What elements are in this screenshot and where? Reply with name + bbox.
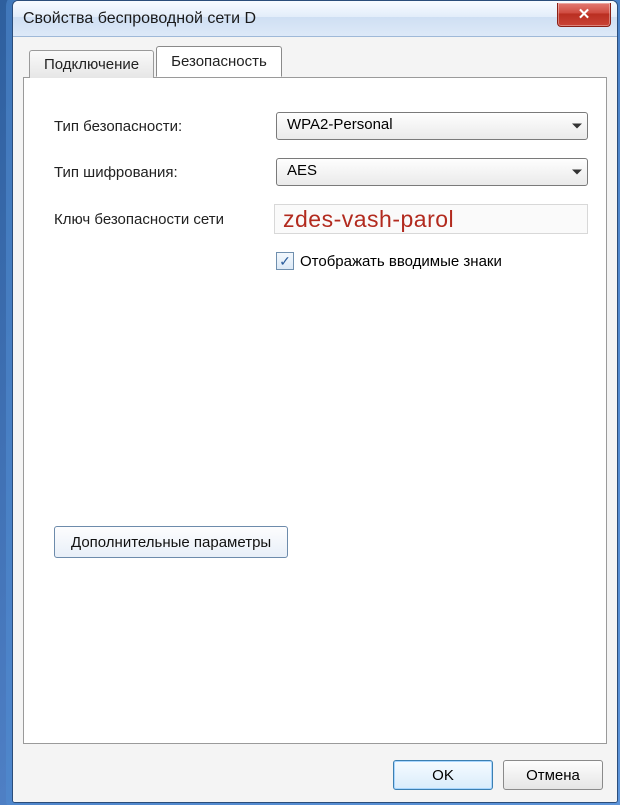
tab-strip: Подключение Безопасность bbox=[29, 47, 607, 77]
label-network-key: Ключ безопасности сети bbox=[54, 211, 274, 228]
combo-security-type-value: WPA2-Personal bbox=[276, 112, 588, 140]
dialog-button-row: OK Отмена bbox=[393, 760, 603, 790]
label-encryption: Тип шифрования: bbox=[54, 164, 276, 181]
combo-security-type[interactable]: WPA2-Personal bbox=[276, 112, 588, 140]
row-security-type: Тип безопасности: WPA2-Personal bbox=[54, 112, 588, 140]
combo-encryption[interactable]: AES bbox=[276, 158, 588, 186]
title-bar[interactable]: Свойства беспроводной сети D ✕ bbox=[13, 1, 617, 37]
row-network-key: Ключ безопасности сети bbox=[54, 204, 588, 234]
tab-security[interactable]: Безопасность bbox=[156, 46, 282, 77]
advanced-settings-button[interactable]: Дополнительные параметры bbox=[54, 526, 288, 558]
label-show-chars[interactable]: Отображать вводимые знаки bbox=[300, 253, 502, 270]
ok-button[interactable]: OK bbox=[393, 760, 493, 790]
tab-connection[interactable]: Подключение bbox=[29, 50, 154, 78]
window-title: Свойства беспроводной сети D bbox=[23, 10, 256, 28]
client-area: Подключение Безопасность Тип безопасност… bbox=[13, 37, 617, 802]
label-security-type: Тип безопасности: bbox=[54, 118, 276, 135]
checkbox-show-chars[interactable]: ✓ bbox=[276, 252, 294, 270]
combo-encryption-value: AES bbox=[276, 158, 588, 186]
close-button[interactable]: ✕ bbox=[557, 3, 611, 27]
dialog-window: Свойства беспроводной сети D ✕ Подключен… bbox=[12, 0, 618, 803]
row-show-chars: ✓ Отображать вводимые знаки bbox=[276, 252, 588, 270]
close-icon: ✕ bbox=[578, 7, 591, 22]
input-network-key[interactable] bbox=[274, 204, 588, 234]
tab-page-security: Тип безопасности: WPA2-Personal Тип шифр… bbox=[23, 77, 607, 744]
row-encryption: Тип шифрования: AES bbox=[54, 158, 588, 186]
cancel-button[interactable]: Отмена bbox=[503, 760, 603, 790]
